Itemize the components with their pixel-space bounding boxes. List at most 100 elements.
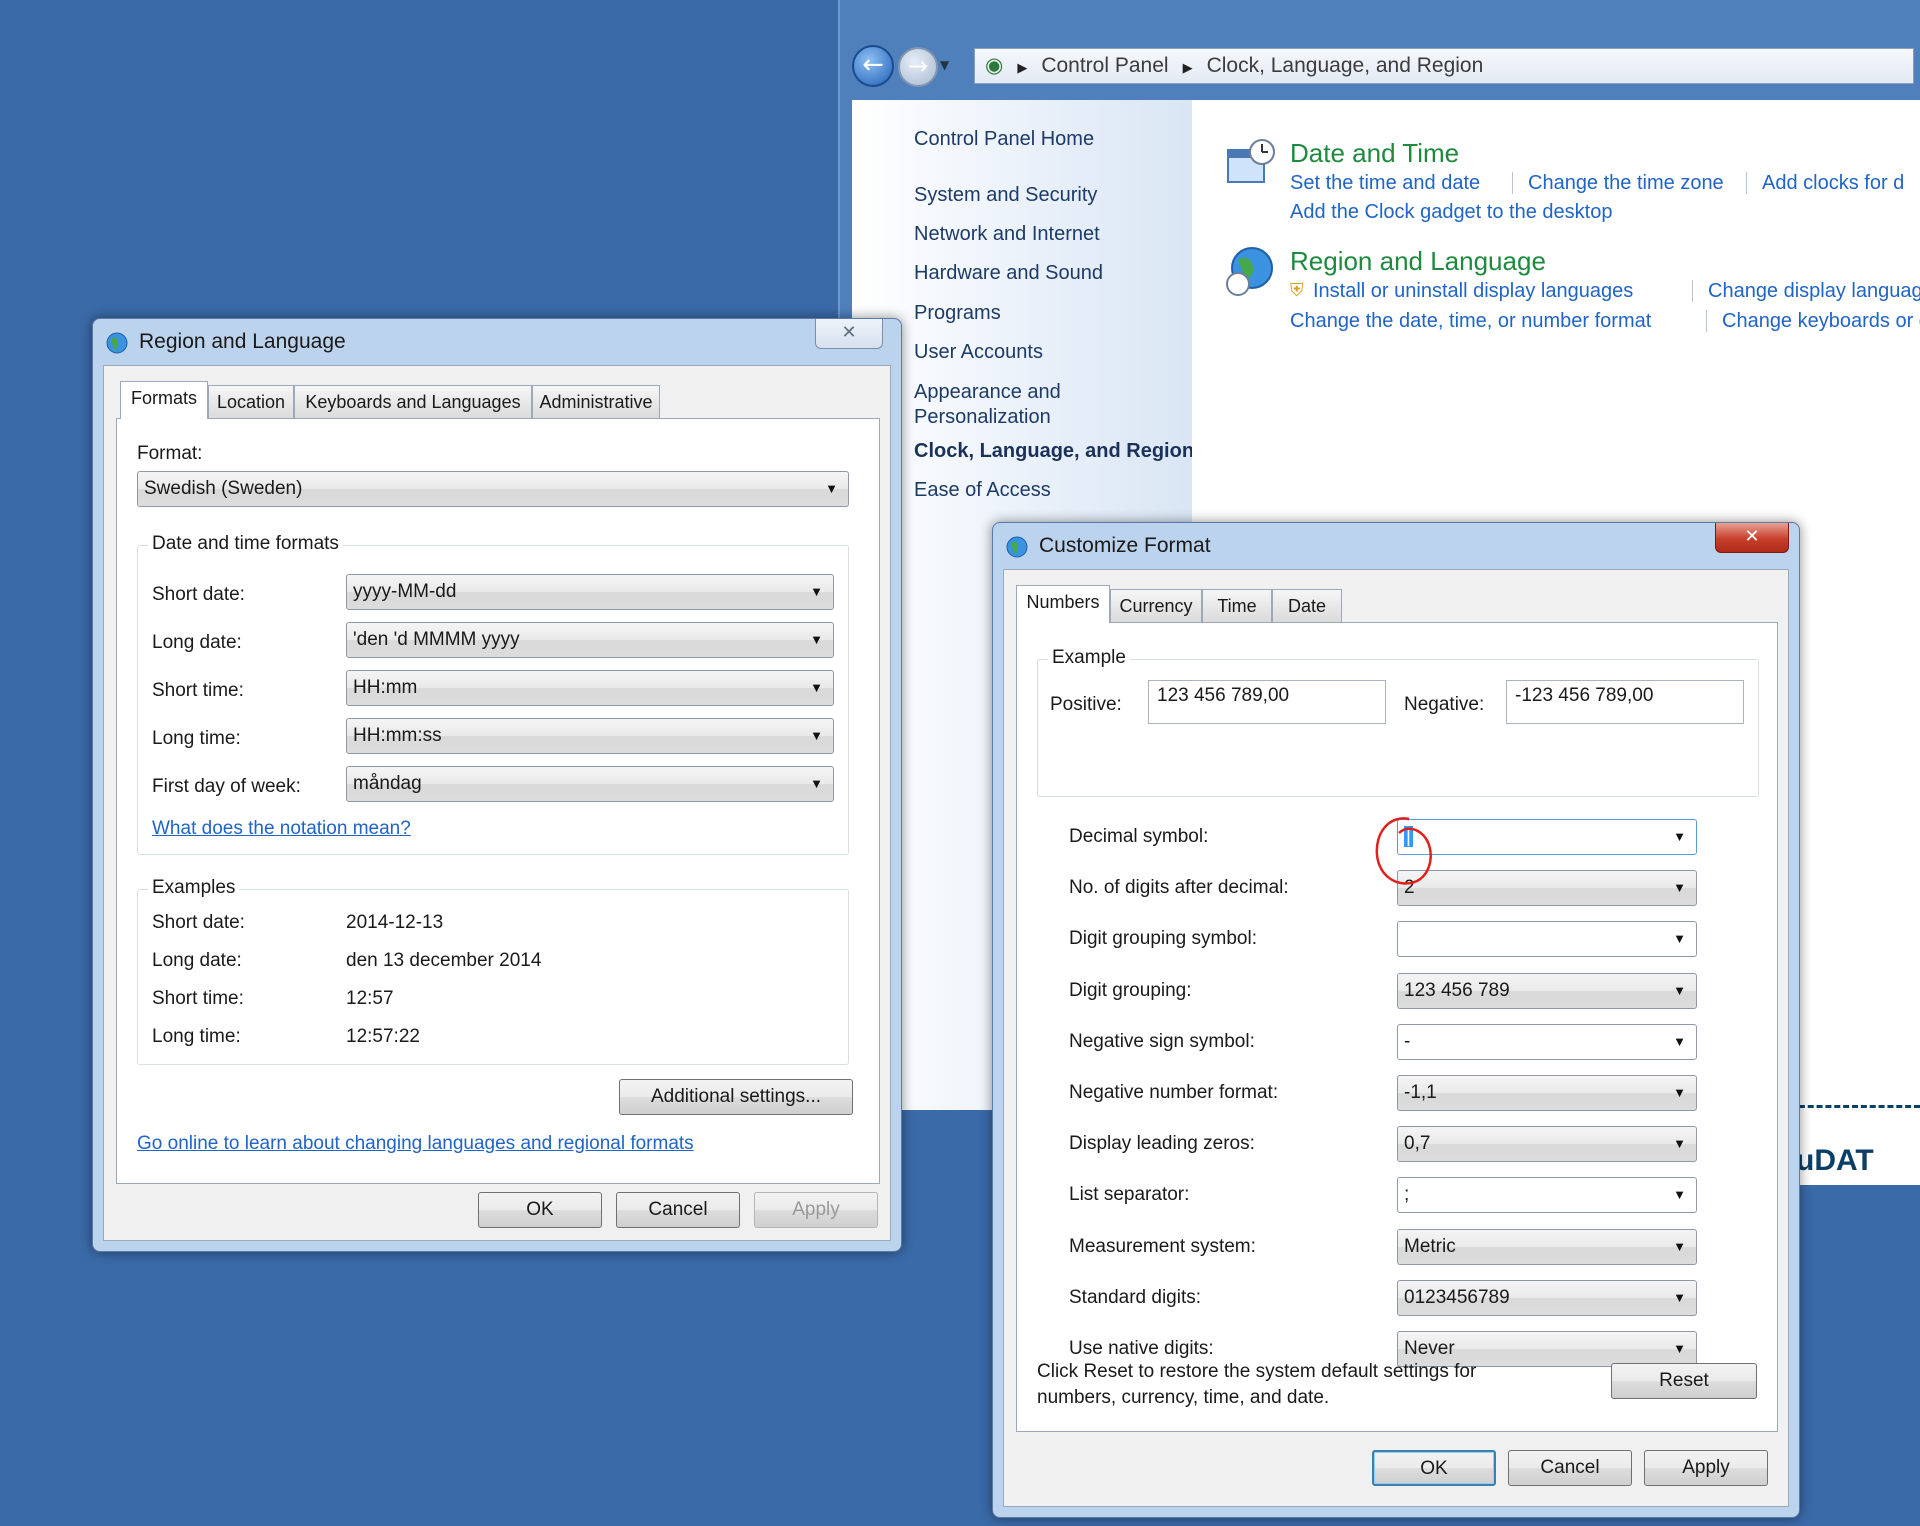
- sidebar-item-system-security[interactable]: System and Security: [914, 184, 1097, 207]
- example-short-time-label: Short time:: [152, 988, 244, 1009]
- breadcrumb-item[interactable]: Control Panel: [1041, 54, 1168, 77]
- sidebar-item-network-internet[interactable]: Network and Internet: [914, 223, 1100, 246]
- tab-formats[interactable]: Formats: [120, 381, 208, 419]
- change-display-language-link[interactable]: Change display language: [1708, 280, 1920, 303]
- tab-date[interactable]: Date: [1272, 589, 1342, 623]
- standard-digits-dropdown[interactable]: 0123456789 ▼: [1397, 1279, 1697, 1316]
- leading-zeros-dropdown[interactable]: 0,7 ▼: [1397, 1126, 1697, 1163]
- forward-button[interactable]: →: [898, 47, 938, 87]
- sidebar-item-appearance[interactable]: Appearance and: [914, 381, 1061, 404]
- sidebar-item-control-panel-home[interactable]: Control Panel Home: [914, 128, 1094, 151]
- apply-button[interactable]: Apply: [1644, 1450, 1768, 1486]
- chevron-down-icon: ▼: [1673, 1187, 1686, 1203]
- example-long-date-label: Long date:: [152, 950, 242, 971]
- close-button[interactable]: ✕: [815, 319, 883, 349]
- tab-location[interactable]: Location: [208, 385, 294, 419]
- decimal-symbol-dropdown[interactable]: | ▼: [1397, 819, 1697, 855]
- decimal-symbol-label: Decimal symbol:: [1069, 826, 1209, 847]
- tab-numbers[interactable]: Numbers: [1016, 585, 1110, 623]
- negative-number-format-dropdown[interactable]: -1,1 ▼: [1397, 1075, 1697, 1111]
- format-dropdown[interactable]: Swedish (Sweden) ▼: [137, 471, 849, 507]
- notation-link[interactable]: What does the notation mean?: [152, 818, 411, 840]
- additional-settings-button[interactable]: Additional settings...: [619, 1079, 853, 1115]
- long-time-dropdown[interactable]: HH:mm:ss ▼: [346, 718, 834, 754]
- reset-note-line1: Click Reset to restore the system defaul…: [1037, 1361, 1477, 1382]
- tab-currency[interactable]: Currency: [1110, 589, 1202, 623]
- negative-sign-symbol-dropdown[interactable]: - ▼: [1397, 1023, 1697, 1060]
- ok-button[interactable]: OK: [1372, 1450, 1496, 1486]
- date-time-formats-group: Date and time formats Short date: yyyy-M…: [137, 533, 849, 855]
- change-time-zone-link[interactable]: Change the time zone: [1528, 172, 1724, 195]
- examples-group: Examples Short date: 2014-12-13 Long dat…: [137, 877, 849, 1065]
- short-time-value: HH:mm: [353, 677, 418, 698]
- region-language-dialog: Region and Language ✕ Formats Location K…: [92, 318, 902, 1252]
- link-divider: [1746, 172, 1747, 194]
- list-separator-label: List separator:: [1069, 1184, 1190, 1206]
- measurement-system-label: Measurement system:: [1069, 1235, 1256, 1257]
- apply-button[interactable]: Apply: [754, 1192, 878, 1228]
- sidebar-item-clock-language-region[interactable]: Clock, Language, and Region: [914, 440, 1194, 463]
- chevron-down-icon: ▼: [1673, 1289, 1686, 1305]
- change-date-format-link[interactable]: Change the date, time, or number format: [1290, 310, 1651, 333]
- cancel-button[interactable]: Cancel: [1508, 1450, 1632, 1486]
- annotation-circle-mark: [1375, 817, 1432, 885]
- tab-time[interactable]: Time: [1202, 589, 1272, 623]
- digits-after-decimal-dropdown[interactable]: 2 ▼: [1397, 870, 1697, 907]
- set-time-date-link[interactable]: Set the time and date: [1290, 172, 1480, 195]
- first-day-label: First day of week:: [152, 776, 301, 797]
- change-keyboards-link[interactable]: Change keyboards or o: [1722, 310, 1920, 333]
- short-date-label: Short date:: [152, 584, 245, 605]
- tab-administrative[interactable]: Administrative: [532, 385, 660, 419]
- long-date-value: 'den 'd MMMM yyyy: [353, 629, 520, 650]
- long-date-dropdown[interactable]: 'den 'd MMMM yyyy ▼: [346, 622, 834, 658]
- example-short-date-label: Short date:: [152, 912, 245, 933]
- sidebar-item-hardware-sound[interactable]: Hardware and Sound: [914, 262, 1103, 285]
- short-date-value: yyyy-MM-dd: [353, 581, 457, 602]
- long-date-label: Long date:: [152, 632, 242, 653]
- short-time-label: Short time:: [152, 680, 244, 701]
- format-value: Swedish (Sweden): [144, 478, 303, 499]
- chevron-down-icon: ▼: [1673, 982, 1686, 998]
- tab-keyboards-languages[interactable]: Keyboards and Languages: [294, 385, 532, 419]
- digits-after-decimal-label: No. of digits after decimal:: [1069, 877, 1289, 899]
- chevron-down-icon: ▼: [810, 584, 823, 599]
- link-divider: [1706, 310, 1707, 332]
- address-bar[interactable]: ◉ ▶ Control Panel ▶ Clock, Language, and Reg…: [974, 48, 1914, 84]
- date-time-icon: [1227, 139, 1275, 183]
- sidebar-item-user-accounts[interactable]: User Accounts: [914, 341, 1043, 364]
- region-language-title[interactable]: Region and Language: [1290, 246, 1546, 277]
- cancel-button[interactable]: Cancel: [616, 1192, 740, 1228]
- add-clocks-link[interactable]: Add clocks for d: [1762, 172, 1904, 195]
- dialog-title: Customize Format: [1039, 534, 1211, 557]
- digit-grouping-dropdown[interactable]: 123 456 789 ▼: [1397, 972, 1697, 1009]
- sidebar-item-personalization[interactable]: Personalization: [914, 406, 1051, 429]
- short-date-dropdown[interactable]: yyyy-MM-dd ▼: [346, 574, 834, 610]
- region-language-globe-icon: [1226, 247, 1273, 296]
- digit-grouping-value: 123 456 789: [1404, 979, 1510, 1001]
- list-separator-dropdown[interactable]: ; ▼: [1397, 1177, 1697, 1214]
- sidebar-item-programs[interactable]: Programs: [914, 302, 1001, 325]
- close-button[interactable]: ✕: [1715, 523, 1789, 553]
- chevron-down-icon: ▼: [1673, 1341, 1686, 1356]
- list-separator-value: ;: [1404, 1184, 1410, 1206]
- digit-grouping-symbol-dropdown[interactable]: ▼: [1397, 921, 1697, 958]
- negative-number-format-value: -1,1: [1404, 1082, 1437, 1103]
- link-divider: [1692, 280, 1693, 302]
- install-languages-link[interactable]: Install or uninstall display languages: [1313, 280, 1633, 303]
- sidebar-item-ease-of-access[interactable]: Ease of Access: [914, 479, 1051, 502]
- recent-pages-dropdown[interactable]: ▼: [940, 58, 949, 72]
- background-fragment-text: uDAT: [1796, 1144, 1874, 1177]
- standard-digits-value: 0123456789: [1404, 1286, 1510, 1308]
- reset-button[interactable]: Reset: [1611, 1363, 1757, 1399]
- first-day-dropdown[interactable]: måndag ▼: [346, 766, 834, 802]
- back-button[interactable]: ←: [852, 45, 894, 87]
- measurement-system-dropdown[interactable]: Metric ▼: [1397, 1228, 1697, 1265]
- native-digits-value: Never: [1404, 1338, 1455, 1359]
- breadcrumb-item[interactable]: Clock, Language, and Region: [1207, 54, 1484, 77]
- breadcrumb-separator-icon: ▶: [1182, 60, 1193, 75]
- short-time-dropdown[interactable]: HH:mm ▼: [346, 670, 834, 706]
- add-clock-gadget-link[interactable]: Add the Clock gadget to the desktop: [1290, 201, 1612, 224]
- date-time-title[interactable]: Date and Time: [1290, 138, 1459, 169]
- online-learn-link[interactable]: Go online to learn about changing langua…: [137, 1133, 694, 1155]
- ok-button[interactable]: OK: [478, 1192, 602, 1228]
